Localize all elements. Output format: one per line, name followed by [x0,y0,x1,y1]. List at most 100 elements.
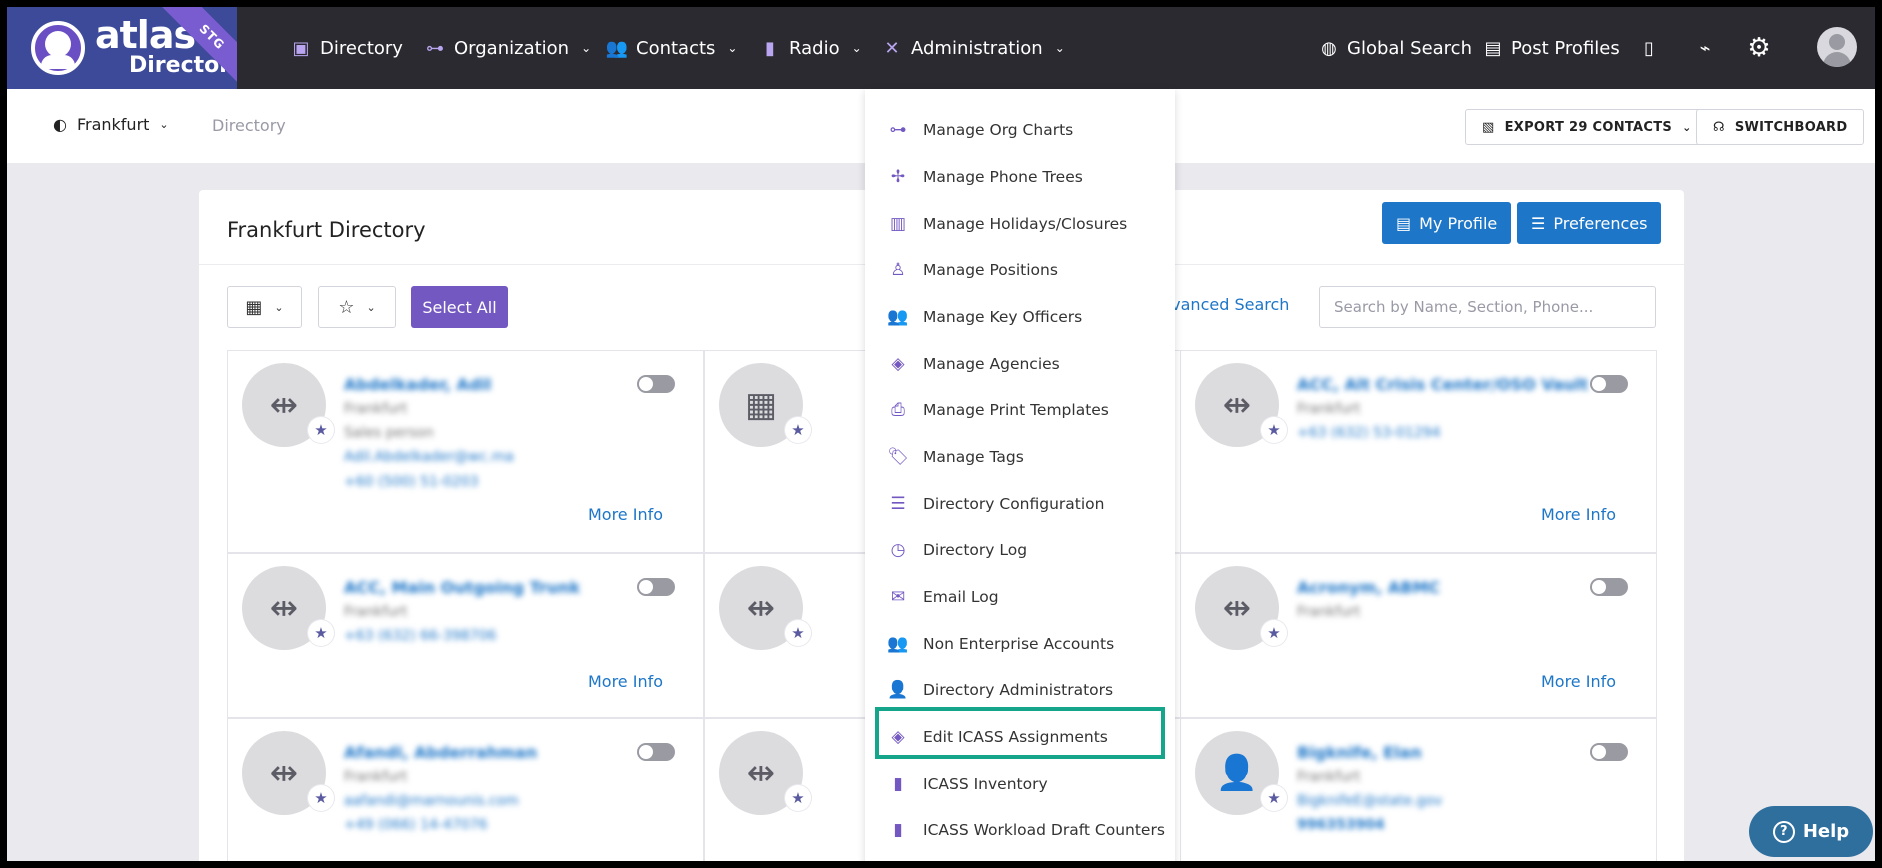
contact-name[interactable]: Bigknife, Elan [1297,743,1422,762]
menu-item-directory-configuration[interactable]: ☰ Directory Configuration [865,480,1175,527]
contact-phone[interactable]: +63 (632) 53-01294 [1297,425,1441,441]
star-icon: ☆ [338,296,355,318]
breadcrumb[interactable]: Directory [212,116,286,135]
contact-email[interactable]: BigknifeE@state.gov [1297,793,1442,809]
contact-card[interactable]: ⇹ ★ ACC, Main Outgoing Trunk Frankfurt +… [227,553,704,718]
favorite-star-icon[interactable]: ★ [785,417,811,443]
menu-item-icass-workload-draft-counters[interactable]: ▮ ICASS Workload Draft Counters [865,806,1175,853]
building-icon: ▥ [889,213,907,234]
menu-item-manage-print-templates[interactable]: ⎙ Manage Print Templates [865,386,1175,433]
menu-item-email-log[interactable]: ✉ Email Log [865,573,1175,620]
nav-administration[interactable]: ✕ Administration ⌄ [881,34,1065,62]
menu-item-manage-holidays[interactable]: ▥ Manage Holidays/Closures [865,200,1175,247]
switchboard-button[interactable]: ☊ SWITCHBOARD [1696,109,1865,145]
menu-item-non-enterprise-accounts[interactable]: 👥 Non Enterprise Accounts [865,620,1175,667]
sliders-icon: ☰ [1531,213,1546,233]
my-profile-button[interactable]: ▤ My Profile [1382,202,1512,244]
contact-email[interactable]: Adil.Abdelkader@wc.ma [344,449,514,465]
nav-organization[interactable]: ⊶ Organization ⌄ [424,34,591,62]
more-info-link[interactable]: More Info [588,505,663,524]
favorite-star-icon[interactable]: ★ [308,417,334,443]
more-info-link[interactable]: More Info [1541,505,1616,524]
contact-email[interactable]: aafandi@marnounis.com [344,793,519,809]
location-selector[interactable]: ◐ Frankfurt ⌄ [53,115,169,134]
menu-item-manage-key-officers[interactable]: 👥 Manage Key Officers [865,293,1175,340]
nav-contacts[interactable]: 👥 Contacts ⌄ [606,34,738,62]
favorites-dropdown[interactable]: ☆ ⌄ [318,286,396,328]
favorite-star-icon[interactable]: ★ [1261,785,1287,811]
select-toggle[interactable] [637,375,675,393]
atlas-logo[interactable]: atlas Directory STG [7,7,237,89]
contact-card[interactable]: ⇹ ★ Afandi, Abderrahman Frankfurt aafand… [227,718,704,861]
contact-name[interactable]: Afandi, Abderrahman [344,743,537,762]
contact-card[interactable]: ⇹ ★ Abdelkader, Adil Frankfurt Sales per… [227,350,704,553]
help-button[interactable]: ? Help [1749,806,1873,857]
contact-card[interactable]: ⇹ ★ ACC, Alt Crisis Center/OSO Vault Fra… [1180,350,1657,553]
contact-name[interactable]: ACC, Main Outgoing Trunk [344,578,580,597]
nav-radio[interactable]: ▮ Radio ⌄ [759,34,862,62]
contact-detail: Frankfurt [1297,604,1361,620]
mobile-icon: ▮ [893,773,903,794]
contact-detail: Frankfurt [344,401,408,417]
export-contacts-button[interactable]: ▧ EXPORT 29 CONTACTS ⌄ [1465,109,1709,145]
select-toggle[interactable] [637,743,675,761]
contact-phone[interactable]: +60 (500) 51-0203 [344,474,479,490]
menu-item-manage-phone-trees[interactable]: ✢ Manage Phone Trees [865,153,1175,200]
menu-item-directory-log[interactable]: ◷ Directory Log [865,526,1175,573]
radio-icon: ▮ [765,37,775,59]
nav-global-search[interactable]: ◍ Global Search [1317,34,1472,62]
contact-card[interactable]: ⇹ ★ Acronym, ABMC Frankfurt More Info [1180,553,1657,718]
favorite-star-icon[interactable]: ★ [1261,620,1287,646]
menu-item-manage-org-charts[interactable]: ⊶ Manage Org Charts [865,106,1175,153]
menu-item-manage-agencies[interactable]: ◈ Manage Agencies [865,340,1175,387]
select-toggle[interactable] [1590,578,1628,596]
more-info-link[interactable]: More Info [588,672,663,691]
chevron-down-icon: ⌄ [1054,41,1065,55]
radio-device-button[interactable]: ▯ [1637,34,1661,62]
position-icon: ♙ [890,259,906,280]
select-all-button[interactable]: Select All [411,286,508,328]
mobile-icon: ▮ [893,819,903,840]
select-toggle[interactable] [1590,743,1628,761]
id-card-icon: ▤ [1396,213,1412,233]
excel-file-icon: ▧ [1482,119,1495,135]
select-toggle[interactable] [1590,375,1628,393]
preferences-button[interactable]: ☰ Preferences [1517,202,1662,244]
menu-item-label: Manage Agencies [923,354,1060,373]
nav-directory[interactable]: ▣ Directory [290,34,403,62]
walkie-talkie-icon: ▯ [1644,37,1654,59]
menu-item-directory-administrators[interactable]: 👤 Directory Administrators [865,666,1175,713]
menu-item-manage-positions[interactable]: ♙ Manage Positions [865,246,1175,293]
menu-item-icass-inventory[interactable]: ▮ ICASS Inventory [865,760,1175,807]
contact-name[interactable]: ACC, Alt Crisis Center/OSO Vault [1297,375,1588,394]
search-input[interactable] [1319,286,1656,328]
favorite-star-icon[interactable]: ★ [785,620,811,646]
user-shield-icon: 👤 [887,679,909,700]
nav-contacts-label: Contacts [636,37,716,59]
contact-phone[interactable]: 996353904 [1297,817,1385,833]
favorite-star-icon[interactable]: ★ [308,620,334,646]
select-toggle[interactable] [637,578,675,596]
contact-name[interactable]: Acronym, ABMC [1297,578,1440,597]
view-toggle-dropdown[interactable]: ▦ ⌄ [227,286,302,328]
id-card-icon: ▤ [1484,37,1502,59]
tools-icon: ✕ [884,37,900,59]
satellite-button[interactable]: ⌁ [1693,34,1717,62]
nav-radio-label: Radio [789,37,840,59]
settings-button[interactable]: ⚙ [1747,33,1771,63]
menu-item-manage-tags[interactable]: 🏷 Manage Tags [865,433,1175,480]
favorite-star-icon[interactable]: ★ [785,785,811,811]
contact-card[interactable]: 👤 ★ Bigknife, Elan Frankfurt BigknifeE@s… [1180,718,1657,861]
advanced-search-link[interactable]: dvanced Search [1161,295,1289,314]
chevron-down-icon: ⌄ [1682,120,1692,134]
nav-directory-label: Directory [320,37,403,59]
more-info-link[interactable]: More Info [1541,672,1616,691]
contact-phone[interactable]: +49 (066) 14-47076 [344,817,488,833]
favorite-star-icon[interactable]: ★ [308,785,334,811]
contact-name[interactable]: Abdelkader, Adil [344,375,491,394]
contact-phone[interactable]: +63 (632) 66-398706 [344,628,496,644]
favorite-star-icon[interactable]: ★ [1261,417,1287,443]
clock-icon: ◷ [890,539,906,560]
user-avatar[interactable] [1817,27,1857,67]
nav-post-profiles[interactable]: ▤ Post Profiles [1481,34,1619,62]
